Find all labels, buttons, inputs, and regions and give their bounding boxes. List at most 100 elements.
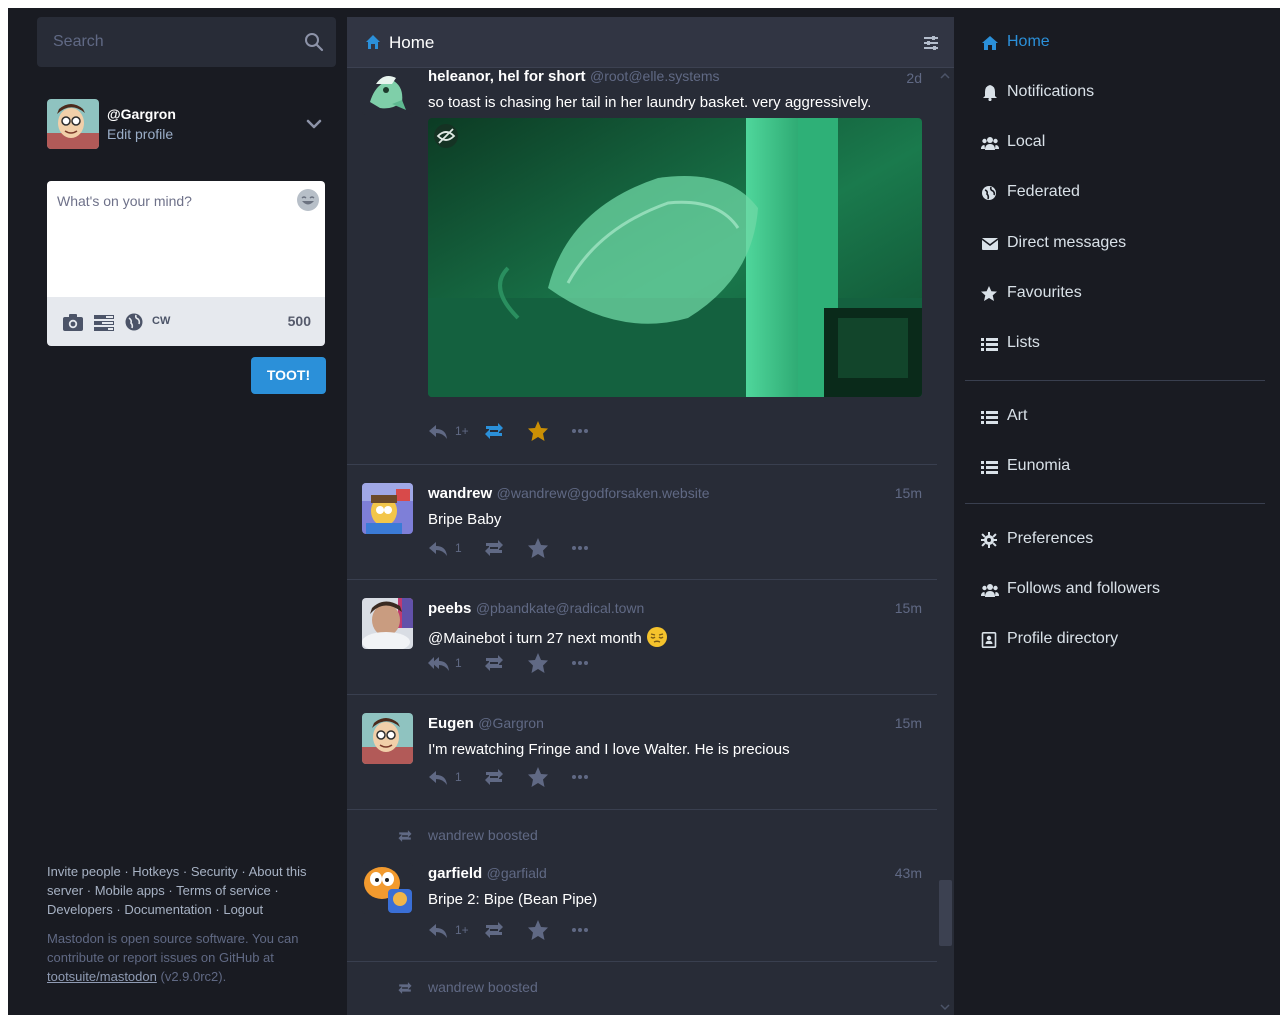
timeline-scrollbar[interactable] [937, 68, 954, 1015]
chevron-down-icon[interactable] [305, 115, 323, 133]
account-handle[interactable]: @garfiald [487, 865, 547, 881]
more-icon[interactable] [571, 766, 589, 788]
nav-item-federated[interactable]: Federated [981, 177, 1261, 209]
footer-link-invite[interactable]: Invite people [47, 864, 121, 879]
avatar[interactable] [362, 68, 413, 115]
star-icon[interactable] [527, 652, 549, 674]
footer-link-terms[interactable]: Terms of service [176, 883, 271, 898]
nav-item-notifications[interactable]: Notifications [981, 77, 1261, 109]
display-name[interactable]: garfield [428, 865, 482, 882]
nav-item-follows-and-followers[interactable]: Follows and followers [981, 574, 1261, 606]
scroll-thumb[interactable] [939, 880, 952, 946]
poll-icon[interactable] [93, 311, 115, 333]
account-handle[interactable]: @pbandkate@radical.town [476, 600, 645, 616]
status-time[interactable]: 15m [895, 715, 922, 731]
account-handle[interactable]: @root@elle.systems [590, 68, 720, 84]
nav-item-home[interactable]: Home [981, 27, 1261, 59]
nav-item-lists[interactable]: Lists [981, 328, 1261, 360]
nav-item-preferences[interactable]: Preferences [981, 524, 1261, 556]
status-time[interactable]: 15m [895, 485, 922, 501]
version-text: (v2.9.0rc2). [160, 969, 227, 984]
compose-textarea[interactable] [47, 181, 325, 297]
status-item[interactable]: wandrew boosted garfield @garfiald 43m B… [347, 810, 937, 962]
media-attachment[interactable] [428, 118, 922, 397]
boosted-by-label[interactable]: wandrew boosted [428, 827, 538, 843]
more-icon[interactable] [571, 537, 589, 559]
display-name[interactable]: heleanor, hel for short [428, 68, 586, 85]
star-icon[interactable] [527, 919, 549, 941]
status-item[interactable]: Eugen @Gargron 15m I'm rewatching Fringe… [347, 695, 937, 810]
nav-item-local[interactable]: Local [981, 127, 1261, 159]
nav-item-list-art[interactable]: Art [981, 401, 1261, 433]
column-title: Home [389, 33, 435, 52]
footer-link-developers[interactable]: Developers [47, 902, 113, 917]
display-name[interactable]: Eugen [428, 715, 474, 732]
status-time[interactable]: 15m [895, 600, 922, 616]
scroll-down-icon[interactable] [940, 1003, 950, 1011]
account-handle[interactable]: @Gargron [478, 715, 544, 731]
account-handle[interactable]: @Gargron [107, 106, 176, 122]
cog-icon [981, 532, 997, 548]
emoji-picker-button[interactable] [297, 189, 319, 211]
repo-link[interactable]: tootsuite/mastodon [47, 969, 157, 984]
more-icon[interactable] [571, 420, 589, 442]
avatar[interactable] [362, 598, 413, 649]
avatar[interactable] [362, 713, 413, 764]
scroll-up-icon[interactable] [940, 72, 950, 80]
display-name[interactable]: wandrew [428, 485, 492, 502]
toot-button[interactable]: TOOT! [251, 357, 326, 394]
avatar[interactable] [47, 99, 99, 149]
timeline-feed[interactable]: heleanor, hel for short @root@elle.syste… [347, 68, 937, 1015]
nav-label: Favourites [1007, 284, 1082, 301]
footer-link-documentation[interactable]: Documentation [124, 902, 211, 917]
status-content: @Mainebot i turn 27 next month [428, 626, 668, 648]
more-icon[interactable] [571, 919, 589, 941]
reply-all-icon[interactable] [428, 652, 450, 674]
star-icon[interactable] [527, 766, 549, 788]
nav-item-list-eunomia[interactable]: Eunomia [981, 451, 1261, 483]
boost-icon[interactable] [483, 420, 505, 442]
boost-icon[interactable] [483, 537, 505, 559]
boosted-by-label[interactable]: wandrew boosted [428, 979, 538, 995]
footer-link-security[interactable]: Security [191, 864, 238, 879]
status-item[interactable]: wandrew boosted [347, 962, 937, 1015]
content-warning-button[interactable]: CW [152, 315, 170, 337]
status-item[interactable]: heleanor, hel for short @root@elle.syste… [347, 68, 937, 465]
search-icon[interactable] [304, 32, 324, 52]
address-book-icon [981, 632, 997, 648]
footer-link-mobile[interactable]: Mobile apps [95, 883, 165, 898]
reply-icon[interactable] [428, 537, 448, 559]
search-input[interactable] [37, 17, 297, 67]
nav-item-direct-messages[interactable]: Direct messages [981, 228, 1261, 260]
status-time[interactable]: 2d [906, 70, 922, 86]
status-content: so toast is chasing her tail in her laun… [428, 94, 872, 111]
display-name[interactable]: peebs [428, 600, 471, 617]
emoji-icon [298, 190, 318, 210]
star-icon[interactable] [527, 420, 549, 442]
more-icon[interactable] [571, 652, 589, 674]
nav-item-favourites[interactable]: Favourites [981, 278, 1261, 310]
globe-icon[interactable] [124, 311, 144, 333]
navigation-panel: Home Notifications Local Federated Direc… [965, 17, 1265, 1007]
column-header[interactable]: Home [347, 17, 954, 68]
boost-icon[interactable] [483, 766, 505, 788]
camera-icon[interactable] [62, 311, 84, 333]
reply-icon[interactable] [428, 766, 448, 788]
footer-link-hotkeys[interactable]: Hotkeys [132, 864, 179, 879]
nav-item-profile-directory[interactable]: Profile directory [981, 624, 1261, 656]
avatar[interactable] [362, 863, 413, 914]
boost-icon[interactable] [483, 652, 505, 674]
reply-count: 1 [455, 541, 462, 555]
account-handle[interactable]: @wandrew@godforsaken.website [497, 485, 710, 501]
edit-profile-link[interactable]: Edit profile [107, 126, 173, 142]
status-time[interactable]: 43m [895, 865, 922, 881]
status-item[interactable]: peebs @pbandkate@radical.town 15m @Maine… [347, 580, 937, 695]
reply-icon[interactable] [428, 919, 448, 941]
sliders-icon[interactable] [922, 34, 940, 52]
boost-icon[interactable] [483, 919, 505, 941]
status-item[interactable]: wandrew @wandrew@godforsaken.website 15m… [347, 465, 937, 580]
footer-link-logout[interactable]: Logout [223, 902, 263, 917]
avatar[interactable] [362, 483, 413, 534]
star-icon[interactable] [527, 537, 549, 559]
reply-icon[interactable] [428, 420, 448, 442]
